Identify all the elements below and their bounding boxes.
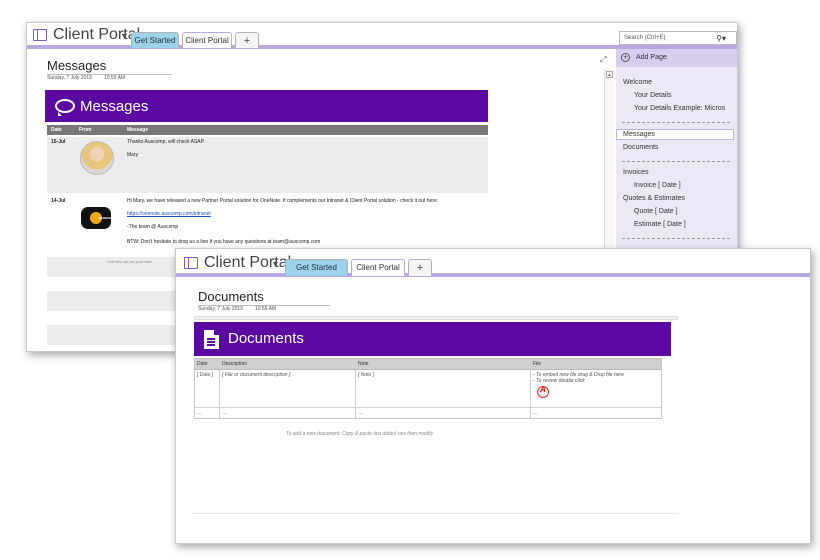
messages-table: Date From Message 15-Jul Thanks Auscomp,… — [47, 125, 488, 251]
documents-window: Client Portal ▼ Get Started Client Porta… — [175, 248, 811, 544]
page-item-invoices[interactable]: Invoices — [623, 169, 649, 176]
divider — [622, 238, 730, 239]
header-date: Date — [195, 359, 220, 369]
table-row[interactable]: 14-Jul auscomp Hi Mary, we have released… — [47, 195, 488, 251]
header-from: From — [79, 127, 92, 133]
page-item-invoice-date[interactable]: Invoice [ Date ] — [634, 182, 681, 189]
scroll-up-icon[interactable]: ▲ — [606, 71, 613, 78]
divider — [622, 161, 730, 162]
table-row[interactable]: [ Date ] [ File or document description … — [195, 370, 661, 408]
table-header: Date From Message — [47, 125, 488, 135]
add-section-button[interactable]: + — [408, 259, 432, 276]
placeholder-text: Use this row as your new — [107, 259, 152, 264]
header-description: Description — [220, 359, 356, 369]
add-document-hint: To add a new document: Copy & paste last… — [286, 431, 434, 437]
plus-icon: + — [621, 53, 630, 62]
add-page-button[interactable]: + Add Page — [616, 49, 737, 67]
message-btw: BTW: Don't hesitate to drop us a line if… — [127, 239, 321, 245]
chevron-down-icon[interactable]: ▼ — [271, 259, 280, 269]
message-signature: -The team @ Auscomp — [127, 224, 179, 230]
document-icon — [204, 330, 219, 349]
page-item-messages[interactable]: Messages — [623, 131, 655, 138]
date-text: Sunday, 7 July 2019 — [198, 306, 243, 312]
page-title: Documents — [198, 289, 330, 306]
header-date: Date — [51, 127, 62, 133]
chat-icon — [55, 99, 75, 116]
message-date: 15-Jul — [51, 139, 66, 145]
table-header: Date Description Note File — [195, 359, 661, 370]
add-section-button[interactable]: + — [235, 32, 259, 48]
search-icon[interactable]: ⚲▾ — [716, 33, 726, 45]
page-date: Sunday, 7 July 2019 10:59 AM — [47, 75, 137, 81]
pdf-file-icon[interactable] — [537, 386, 549, 398]
time-text: 10:59 AM — [254, 306, 277, 312]
file-instruction-2: - To review double click — [533, 378, 585, 384]
banner-title: Documents — [228, 330, 304, 347]
page-item-welcome[interactable]: Welcome — [623, 79, 652, 86]
time-text: 10:59 AM — [103, 75, 126, 81]
message-date: 14-Jul — [51, 198, 66, 204]
table-row[interactable]: 15-Jul Thanks Auscomp, will check ASAP. … — [47, 137, 488, 193]
chevron-down-icon[interactable]: ▼ — [120, 31, 129, 41]
header-file: File — [533, 361, 542, 367]
documents-banner: Documents — [194, 322, 671, 356]
header-note: Note — [356, 359, 531, 369]
search-input[interactable]: Search (Ctrl+E) ⚲▾ — [619, 31, 737, 45]
cell-description[interactable]: [ File or document description ] — [220, 370, 356, 407]
avatar — [80, 141, 114, 175]
note-container-handle[interactable] — [194, 316, 678, 320]
banner-title: Messages — [80, 98, 149, 115]
logo-text: auscomp — [99, 215, 117, 220]
message-text: Thanks Auscomp, will check ASAP. — [127, 139, 205, 145]
message-link[interactable]: https://onenote.auscomp.com/intranet — [127, 211, 211, 218]
message-text: Hi Mary, we have released a new Partner … — [127, 198, 439, 204]
messages-banner: Messages — [45, 90, 488, 122]
notebook-icon — [184, 257, 198, 269]
tab-client-portal[interactable]: Client Portal — [182, 32, 232, 48]
message-signature: Mary — [127, 152, 139, 158]
cell-date[interactable]: [ Date ] — [195, 370, 220, 407]
expand-icon[interactable]: ⤢ — [600, 55, 606, 65]
title-bar: Client Portal ▼ Get Started Client Porta… — [176, 249, 810, 277]
page-item-documents[interactable]: Documents — [623, 144, 658, 151]
search-placeholder: Search (Ctrl+E) — [624, 35, 666, 41]
notebook-icon — [33, 29, 47, 41]
page-date: Sunday, 7 July 2019 10:59 AM — [198, 306, 288, 312]
cell-date[interactable]: ... — [195, 408, 220, 418]
date-text: Sunday, 7 July 2019 — [47, 75, 92, 81]
cell-file[interactable]: ... — [531, 408, 661, 418]
cell-note[interactable]: ... — [356, 408, 531, 418]
link[interactable]: https://onenote.auscomp.com/intranet — [127, 211, 211, 217]
cell-file[interactable]: - To embed new file drag & Drop file her… — [531, 370, 661, 407]
page-item-your-details[interactable]: Your Details — [634, 92, 672, 99]
cell-note[interactable]: [ Note ] — [356, 370, 531, 407]
page-item-quote-date[interactable]: Quote [ Date ] — [634, 208, 678, 215]
page-title: Messages — [47, 58, 172, 75]
page-item-quotes[interactable]: Quotes & Estimates — [623, 195, 685, 202]
table-row[interactable]: ... ... ... ... — [195, 408, 661, 418]
page-bottom-border — [192, 513, 678, 514]
tab-get-started[interactable]: Get Started — [131, 32, 179, 48]
header-message: Message — [127, 127, 149, 133]
page-item-details-example[interactable]: Your Details Example: Micros — [634, 105, 725, 112]
cell-description[interactable]: ... — [220, 408, 356, 418]
page-item-estimate-date[interactable]: Estimate [ Date ] — [634, 221, 686, 228]
documents-table: Date Description Note File [ Date ] [ Fi… — [194, 358, 662, 419]
add-page-label: Add Page — [636, 54, 667, 61]
tab-client-portal[interactable]: Client Portal — [351, 259, 405, 276]
divider — [622, 122, 730, 123]
tab-get-started[interactable]: Get Started — [285, 259, 348, 276]
